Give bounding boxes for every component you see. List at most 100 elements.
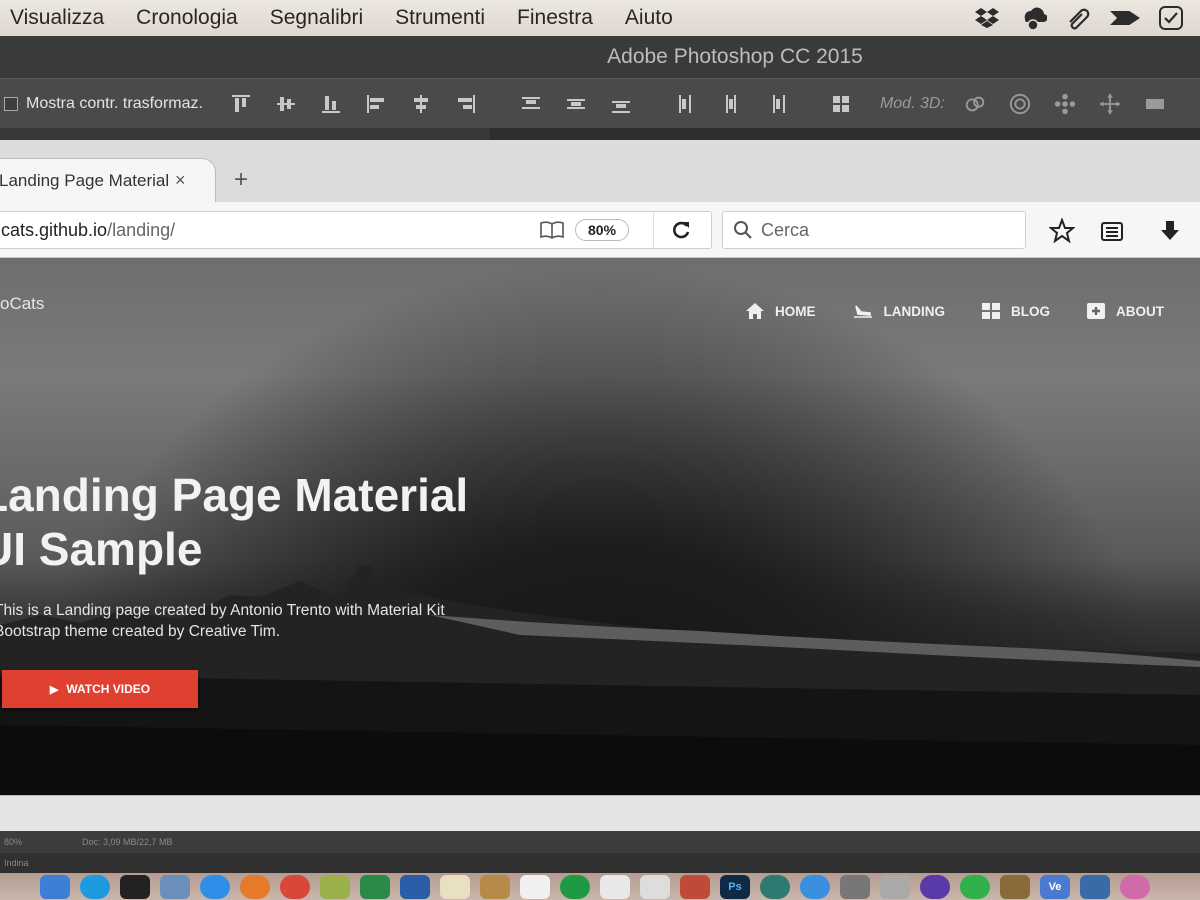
dropbox-icon[interactable] (972, 4, 1002, 32)
calendar-icon[interactable] (520, 874, 550, 899)
menu-visualizza[interactable]: Visualizza (10, 6, 104, 30)
reload-icon[interactable] (653, 212, 707, 248)
photos-icon[interactable] (600, 874, 630, 899)
tab-title: Landing Page Material UI Sample (0, 170, 169, 190)
app-icon[interactable] (1000, 874, 1030, 899)
word-icon[interactable] (400, 874, 430, 899)
hero-title: Landing Page Material UI Sample (0, 468, 600, 576)
home-icon (746, 303, 764, 319)
notes-icon[interactable] (440, 874, 470, 899)
distribute-bottom-icon[interactable] (609, 92, 633, 116)
browser-tab-strip: Landing Page Material UI Sample × + (0, 140, 1200, 202)
3d-scale-icon[interactable] (1143, 92, 1167, 116)
preview-icon[interactable] (160, 874, 190, 899)
app-icon[interactable] (880, 874, 910, 899)
app-icon[interactable] (840, 874, 870, 899)
nav-landing[interactable]: LANDING (852, 302, 946, 320)
distribute-left-icon[interactable] (674, 92, 698, 116)
app-icon[interactable] (920, 874, 950, 899)
paperclip-icon[interactable] (1064, 4, 1094, 32)
auto-align-icon[interactable] (829, 92, 853, 116)
transform-controls-checkbox[interactable] (4, 96, 18, 111)
cloud-sync-icon[interactable] (1018, 4, 1048, 32)
app-icon[interactable] (320, 874, 350, 899)
watch-video-button[interactable]: ▶ WATCH VIDEO (2, 670, 198, 708)
whatsapp-icon[interactable] (960, 874, 990, 899)
hero-subtitle-line-1: This is a Landing page created by Antoni… (0, 602, 445, 619)
document-tab-strip (0, 128, 1200, 140)
virtualbox-icon[interactable] (1080, 874, 1110, 899)
play-icon: ▶ (49, 683, 59, 696)
new-tab-button[interactable]: + (234, 166, 248, 194)
vscode-icon[interactable]: Ve (1040, 874, 1070, 899)
dock: Ps Ve (0, 873, 1200, 900)
hero-title-line-1: Landing Page Material (0, 469, 469, 521)
arrow-icon[interactable] (1110, 4, 1140, 32)
menu-bar-status-area (972, 4, 1186, 32)
distribute-right-icon[interactable] (764, 92, 788, 116)
menu-cronologia[interactable]: Cronologia (136, 6, 238, 30)
align-right-icon[interactable] (454, 92, 478, 116)
safari-icon[interactable] (200, 874, 230, 899)
landing-icon (853, 305, 872, 318)
align-left-icon[interactable] (364, 92, 388, 116)
3d-rotate-icon[interactable] (963, 92, 987, 116)
3d-roll-icon[interactable] (1008, 92, 1032, 116)
document-zoom[interactable]: 80% (4, 837, 22, 847)
url-text[interactable]: cats.github.io/landing/ (1, 220, 175, 241)
app-icon[interactable] (480, 874, 510, 899)
photoshop-panel-strip: Indina (0, 853, 1200, 873)
skype-icon[interactable] (80, 874, 110, 899)
finder-icon[interactable] (40, 874, 70, 899)
site-brand[interactable]: oCats (0, 294, 44, 314)
search-input[interactable] (761, 219, 1001, 241)
3d-drag-icon[interactable] (1053, 92, 1077, 116)
checkmark-icon[interactable] (1156, 4, 1186, 32)
nav-about[interactable]: ABOUT (1086, 302, 1164, 320)
menu-finestra[interactable]: Finestra (517, 6, 593, 30)
spotify-icon[interactable] (560, 874, 590, 899)
landing-page-hero: oCats HOME LANDING BLOG ABOUT Landing Pa… (0, 258, 1200, 795)
terminal-icon[interactable] (120, 874, 150, 899)
search-bar[interactable] (722, 211, 1026, 249)
browser-tab[interactable]: Landing Page Material UI Sample × (0, 158, 216, 202)
align-horizontal-center-icon[interactable] (409, 92, 433, 116)
nav-landing-label: LANDING (883, 303, 946, 319)
app-icon[interactable] (760, 874, 790, 899)
app-icon[interactable] (1120, 874, 1150, 899)
reader-view-icon[interactable] (539, 220, 565, 245)
zoom-indicator[interactable]: 80% (575, 219, 630, 241)
chrome-icon[interactable] (280, 874, 310, 899)
app-icon[interactable] (680, 874, 710, 899)
panel-label[interactable]: Indina (4, 858, 29, 868)
distribute-vertical-center-icon[interactable] (564, 92, 588, 116)
tab-close-icon[interactable]: × (175, 170, 186, 191)
text-icon[interactable] (640, 874, 670, 899)
document-size: Doc: 3,09 MB/22,7 MB (82, 837, 173, 847)
bookmarks-list-icon[interactable] (1098, 218, 1126, 244)
align-bottom-icon[interactable] (319, 92, 343, 116)
menu-segnalibri[interactable]: Segnalibri (270, 6, 363, 30)
grid-icon (982, 303, 1000, 319)
appstore-icon[interactable] (800, 874, 830, 899)
photoshop-icon[interactable]: Ps (720, 874, 750, 899)
firefox-icon[interactable] (240, 874, 270, 899)
nav-blog[interactable]: BLOG (981, 302, 1050, 320)
distribute-top-icon[interactable] (519, 92, 543, 116)
bookmark-star-icon[interactable] (1048, 218, 1076, 244)
hero-subtitle-line-2: Bootstrap theme created by Creative Tim. (0, 623, 281, 640)
align-top-icon[interactable] (229, 92, 253, 116)
nav-home[interactable]: HOME (745, 302, 816, 320)
hero-title-line-2: UI Sample (0, 523, 203, 575)
horizontal-scrollbar[interactable] (0, 795, 1200, 831)
3d-slide-icon[interactable] (1098, 92, 1122, 116)
menu-strumenti[interactable]: Strumenti (395, 6, 485, 30)
download-icon[interactable] (1156, 218, 1184, 244)
excel-icon[interactable] (360, 874, 390, 899)
url-bar[interactable]: cats.github.io/landing/ 80% (0, 211, 712, 249)
menu-aiuto[interactable]: Aiuto (625, 6, 673, 30)
nav-home-label: HOME (775, 303, 816, 319)
search-icon (733, 220, 753, 240)
distribute-horizontal-center-icon[interactable] (719, 92, 743, 116)
align-vertical-center-icon[interactable] (274, 92, 298, 116)
